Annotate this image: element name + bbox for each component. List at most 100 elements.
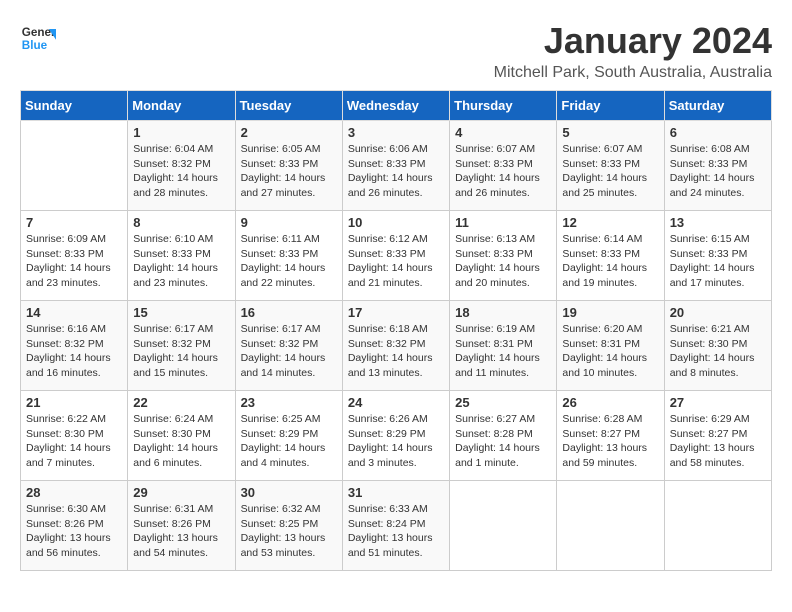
calendar-cell: 9 Sunrise: 6:11 AMSunset: 8:33 PMDaylight… — [235, 211, 342, 301]
day-number: 11 — [455, 215, 551, 230]
calendar-cell: 4 Sunrise: 6:07 AMSunset: 8:33 PMDaylight… — [450, 121, 557, 211]
header-friday: Friday — [557, 91, 664, 121]
day-number: 3 — [348, 125, 444, 140]
day-number: 22 — [133, 395, 229, 410]
day-info: Sunrise: 6:07 AMSunset: 8:33 PMDaylight:… — [562, 142, 658, 201]
day-info: Sunrise: 6:17 AMSunset: 8:32 PMDaylight:… — [241, 322, 337, 381]
calendar-table: SundayMondayTuesdayWednesdayThursdayFrid… — [20, 90, 772, 571]
day-number: 19 — [562, 305, 658, 320]
day-number: 13 — [670, 215, 766, 230]
day-number: 29 — [133, 485, 229, 500]
calendar-cell: 14Sunrise: 6:16 AMSunset: 8:32 PMDayligh… — [21, 301, 128, 391]
day-info: Sunrise: 6:08 AMSunset: 8:33 PMDaylight:… — [670, 142, 766, 201]
day-number: 17 — [348, 305, 444, 320]
day-number: 21 — [26, 395, 122, 410]
calendar-week-row: 21 Sunrise: 6:22 AMSunset: 8:30 PMDayligh… — [21, 391, 772, 481]
calendar-cell: 28Sunrise: 6:30 AMSunset: 8:26 PMDayligh… — [21, 481, 128, 571]
calendar-week-row: 7 Sunrise: 6:09 AMSunset: 8:33 PMDaylight… — [21, 211, 772, 301]
day-number: 5 — [562, 125, 658, 140]
calendar-cell: 18Sunrise: 6:19 AMSunset: 8:31 PMDayligh… — [450, 301, 557, 391]
day-info: Sunrise: 6:14 AMSunset: 8:33 PMDaylight:… — [562, 232, 658, 291]
calendar-cell: 30 Sunrise: 6:32 AMSunset: 8:25 PMDayligh… — [235, 481, 342, 571]
calendar-cell: 1 Sunrise: 6:04 AMSunset: 8:32 PMDaylight… — [128, 121, 235, 211]
day-info: Sunrise: 6:18 AMSunset: 8:32 PMDaylight:… — [348, 322, 444, 381]
day-info: Sunrise: 6:32 AMSunset: 8:25 PMDaylight:… — [241, 502, 337, 561]
logo: General Blue — [20, 20, 58, 56]
title-block: January 2024 Mitchell Park, South Austra… — [494, 20, 772, 82]
day-info: Sunrise: 6:33 AMSunset: 8:24 PMDaylight:… — [348, 502, 444, 561]
day-info: Sunrise: 6:09 AMSunset: 8:33 PMDaylight:… — [26, 232, 122, 291]
day-number: 1 — [133, 125, 229, 140]
day-info: Sunrise: 6:07 AMSunset: 8:33 PMDaylight:… — [455, 142, 551, 201]
header-sunday: Sunday — [21, 91, 128, 121]
calendar-cell: 25 Sunrise: 6:27 AMSunset: 8:28 PMDayligh… — [450, 391, 557, 481]
calendar-cell: 8Sunrise: 6:10 AMSunset: 8:33 PMDaylight… — [128, 211, 235, 301]
day-number: 2 — [241, 125, 337, 140]
day-info: Sunrise: 6:20 AMSunset: 8:31 PMDaylight:… — [562, 322, 658, 381]
day-number: 24 — [348, 395, 444, 410]
day-info: Sunrise: 6:19 AMSunset: 8:31 PMDaylight:… — [455, 322, 551, 381]
day-info: Sunrise: 6:05 AMSunset: 8:33 PMDaylight:… — [241, 142, 337, 201]
calendar-week-row: 14Sunrise: 6:16 AMSunset: 8:32 PMDayligh… — [21, 301, 772, 391]
day-number: 26 — [562, 395, 658, 410]
day-number: 23 — [241, 395, 337, 410]
day-info: Sunrise: 6:11 AMSunset: 8:33 PMDaylight:… — [241, 232, 337, 291]
day-info: Sunrise: 6:28 AMSunset: 8:27 PMDaylight:… — [562, 412, 658, 471]
calendar-cell: 17 Sunrise: 6:18 AMSunset: 8:32 PMDayligh… — [342, 301, 449, 391]
day-info: Sunrise: 6:22 AMSunset: 8:30 PMDaylight:… — [26, 412, 122, 471]
page-header: General Blue January 2024 Mitchell Park,… — [20, 20, 772, 82]
calendar-cell: 20Sunrise: 6:21 AMSunset: 8:30 PMDayligh… — [664, 301, 771, 391]
day-number: 15 — [133, 305, 229, 320]
calendar-title: January 2024 — [494, 20, 772, 62]
calendar-cell: 15 Sunrise: 6:17 AMSunset: 8:32 PMDayligh… — [128, 301, 235, 391]
header-thursday: Thursday — [450, 91, 557, 121]
calendar-cell: 21 Sunrise: 6:22 AMSunset: 8:30 PMDayligh… — [21, 391, 128, 481]
calendar-cell: 10 Sunrise: 6:12 AMSunset: 8:33 PMDayligh… — [342, 211, 449, 301]
day-number: 31 — [348, 485, 444, 500]
day-info: Sunrise: 6:15 AMSunset: 8:33 PMDaylight:… — [670, 232, 766, 291]
header-tuesday: Tuesday — [235, 91, 342, 121]
calendar-cell: 22 Sunrise: 6:24 AMSunset: 8:30 PMDayligh… — [128, 391, 235, 481]
day-info: Sunrise: 6:26 AMSunset: 8:29 PMDaylight:… — [348, 412, 444, 471]
calendar-cell: 7 Sunrise: 6:09 AMSunset: 8:33 PMDaylight… — [21, 211, 128, 301]
header-wednesday: Wednesday — [342, 91, 449, 121]
day-info: Sunrise: 6:04 AMSunset: 8:32 PMDaylight:… — [133, 142, 229, 201]
calendar-cell: 3Sunrise: 6:06 AMSunset: 8:33 PMDaylight… — [342, 121, 449, 211]
day-info: Sunrise: 6:17 AMSunset: 8:32 PMDaylight:… — [133, 322, 229, 381]
calendar-cell — [21, 121, 128, 211]
calendar-cell: 27Sunrise: 6:29 AMSunset: 8:27 PMDayligh… — [664, 391, 771, 481]
calendar-cell: 26 Sunrise: 6:28 AMSunset: 8:27 PMDayligh… — [557, 391, 664, 481]
logo-icon: General Blue — [20, 20, 56, 56]
day-info: Sunrise: 6:16 AMSunset: 8:32 PMDaylight:… — [26, 322, 122, 381]
day-info: Sunrise: 6:12 AMSunset: 8:33 PMDaylight:… — [348, 232, 444, 291]
svg-text:Blue: Blue — [22, 39, 48, 52]
day-info: Sunrise: 6:25 AMSunset: 8:29 PMDaylight:… — [241, 412, 337, 471]
day-number: 4 — [455, 125, 551, 140]
day-info: Sunrise: 6:27 AMSunset: 8:28 PMDaylight:… — [455, 412, 551, 471]
calendar-cell: 12 Sunrise: 6:14 AMSunset: 8:33 PMDayligh… — [557, 211, 664, 301]
calendar-cell: 5 Sunrise: 6:07 AMSunset: 8:33 PMDaylight… — [557, 121, 664, 211]
calendar-cell — [557, 481, 664, 571]
svg-text:General: General — [22, 26, 56, 39]
day-number: 10 — [348, 215, 444, 230]
day-number: 28 — [26, 485, 122, 500]
calendar-cell: 13 Sunrise: 6:15 AMSunset: 8:33 PMDayligh… — [664, 211, 771, 301]
calendar-cell: 2 Sunrise: 6:05 AMSunset: 8:33 PMDaylight… — [235, 121, 342, 211]
day-number: 6 — [670, 125, 766, 140]
day-number: 20 — [670, 305, 766, 320]
calendar-cell: 6 Sunrise: 6:08 AMSunset: 8:33 PMDaylight… — [664, 121, 771, 211]
day-number: 25 — [455, 395, 551, 410]
day-number: 12 — [562, 215, 658, 230]
calendar-cell: 19 Sunrise: 6:20 AMSunset: 8:31 PMDayligh… — [557, 301, 664, 391]
calendar-cell — [664, 481, 771, 571]
day-info: Sunrise: 6:29 AMSunset: 8:27 PMDaylight:… — [670, 412, 766, 471]
day-info: Sunrise: 6:24 AMSunset: 8:30 PMDaylight:… — [133, 412, 229, 471]
calendar-cell: 11Sunrise: 6:13 AMSunset: 8:33 PMDayligh… — [450, 211, 557, 301]
calendar-header-row: SundayMondayTuesdayWednesdayThursdayFrid… — [21, 91, 772, 121]
day-number: 7 — [26, 215, 122, 230]
calendar-subtitle: Mitchell Park, South Australia, Australi… — [494, 64, 772, 82]
day-info: Sunrise: 6:31 AMSunset: 8:26 PMDaylight:… — [133, 502, 229, 561]
calendar-cell: 29 Sunrise: 6:31 AMSunset: 8:26 PMDayligh… — [128, 481, 235, 571]
day-number: 30 — [241, 485, 337, 500]
day-number: 9 — [241, 215, 337, 230]
